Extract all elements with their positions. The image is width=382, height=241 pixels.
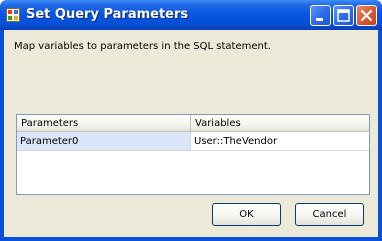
ok-button[interactable]: OK [212, 203, 281, 226]
window-title: Set Query Parameters [26, 7, 189, 22]
cancel-button[interactable]: Cancel [295, 203, 364, 226]
dialog-window: Set Query Parameters Map variables to pa… [0, 0, 382, 241]
app-window-icon [6, 8, 20, 22]
title-bar[interactable]: Set Query Parameters [0, 0, 382, 30]
column-header-parameters[interactable]: Parameters [17, 115, 191, 132]
table-cell-parameter[interactable]: Parameter0 [17, 132, 191, 151]
minimize-icon [316, 18, 323, 21]
maximize-button[interactable] [333, 5, 354, 26]
parameter-grid[interactable]: Parameters Variables Parameter0 User::Th… [16, 114, 370, 195]
maximize-icon [337, 9, 350, 22]
dialog-body: Map variables to parameters in the SQL s… [4, 30, 378, 237]
table-cell-variable[interactable]: User::TheVendor [191, 132, 369, 151]
close-button[interactable] [356, 5, 377, 26]
description-label: Map variables to parameters in the SQL s… [14, 41, 271, 52]
minimize-button[interactable] [310, 5, 331, 26]
column-header-variables[interactable]: Variables [191, 115, 369, 132]
close-icon [360, 9, 373, 22]
